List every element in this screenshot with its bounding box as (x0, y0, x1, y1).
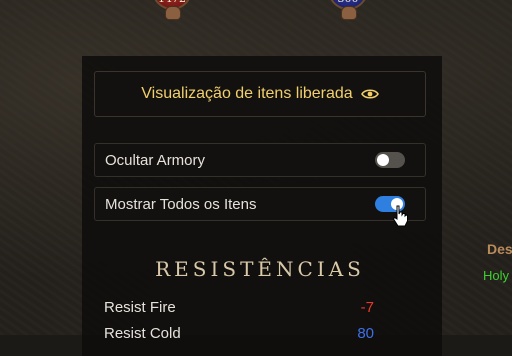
life-orb: 1472 (148, 0, 196, 20)
toggle-row-hide-armory[interactable]: Ocultar Armory (94, 143, 426, 177)
toggle-row-show-all-items[interactable]: Mostrar Todos os Itens (94, 187, 426, 221)
hide-armory-toggle[interactable] (375, 152, 405, 168)
skull-icon (165, 6, 181, 20)
banner-text: Visualização de itens liberada (141, 85, 353, 102)
toggle-knob (377, 154, 389, 166)
skull-icon (341, 6, 357, 20)
resist-label: Resist Fire (104, 299, 176, 316)
resist-value: -7 (360, 299, 374, 316)
mana-orb: 300 (324, 0, 372, 20)
resist-row: Resist Cold 80 (104, 325, 374, 342)
eye-icon (360, 89, 379, 99)
hand-cursor-icon (392, 205, 408, 227)
resist-value: 80 (357, 325, 374, 342)
resist-row: Resist Fire -7 (104, 299, 374, 316)
items-visibility-banner: Visualização de itens liberada (94, 71, 426, 117)
toggle-label: Mostrar Todos os Itens (105, 195, 257, 213)
resist-label: Resist Cold (104, 325, 181, 342)
side-panel-property: Holy (483, 268, 510, 283)
toggle-label: Ocultar Armory (105, 151, 206, 169)
side-panel-label: Des (487, 241, 512, 257)
resistances-title: RESISTÊNCIAS (155, 257, 365, 281)
